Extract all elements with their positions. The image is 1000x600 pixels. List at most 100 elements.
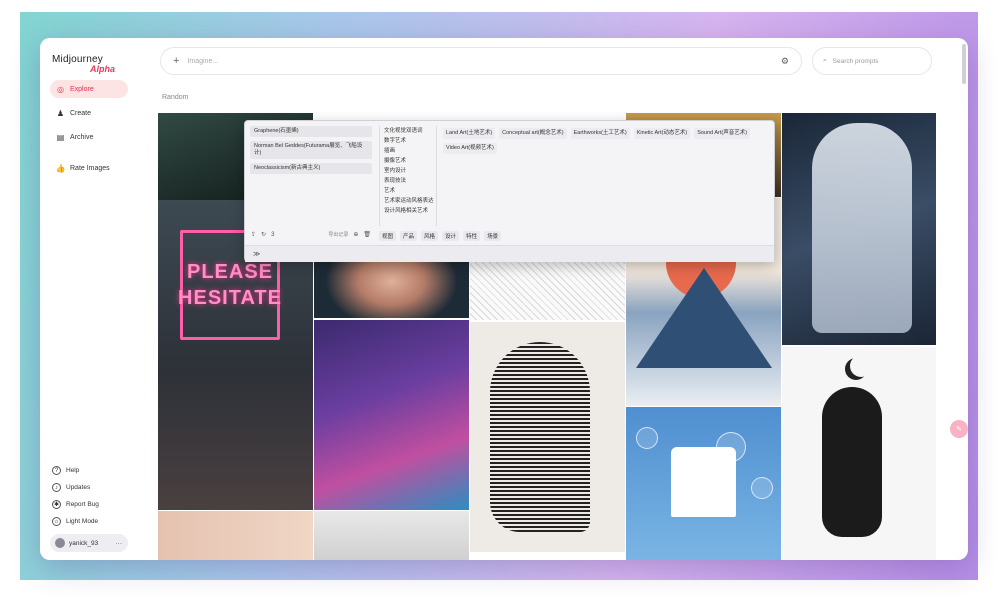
tab-category[interactable]: 场景 bbox=[484, 231, 502, 241]
trash-icon[interactable]: 🗑 bbox=[363, 231, 371, 238]
count-badge: 3 bbox=[271, 231, 275, 238]
tag-chip[interactable]: Video Art(视频艺术) bbox=[443, 143, 497, 154]
tag-chip[interactable]: Sound Art(声音艺术) bbox=[694, 128, 751, 139]
list-item[interactable]: 设计风格相关艺术 bbox=[384, 206, 436, 216]
elf-figure bbox=[812, 123, 912, 333]
tab-category[interactable]: 设计 bbox=[442, 231, 460, 241]
cat-shape bbox=[822, 387, 882, 537]
settings-sliders-icon[interactable]: ⚙ bbox=[781, 56, 789, 67]
puzzle-icon: ✎ bbox=[956, 426, 962, 433]
style-category-list: 文化视觉双语词 数字艺术 插画 摄像艺术 室内设计 表现技法 艺术 艺术家运动风… bbox=[379, 126, 437, 226]
expand-icon[interactable]: ≫ bbox=[253, 250, 260, 258]
prompt-chip[interactable]: Graphene(石墨烯) bbox=[250, 126, 372, 137]
sidebar-item-label: Light Mode bbox=[66, 518, 99, 525]
gallery-image[interactable] bbox=[314, 511, 469, 560]
upload-icon[interactable]: ⇪ bbox=[251, 231, 256, 238]
neon-text-line2: HESITATE bbox=[178, 287, 282, 309]
list-item[interactable]: 插画 bbox=[384, 146, 436, 156]
screenshot-margin-bottom bbox=[0, 580, 1000, 600]
sidebar-item-light-mode[interactable]: ☼ Light Mode bbox=[52, 515, 98, 528]
imagine-input[interactable]: + Imagine... ⚙ bbox=[160, 47, 802, 75]
sun-icon: ☼ bbox=[52, 517, 61, 526]
sidebar-item-label: Help bbox=[66, 467, 80, 474]
sidebar-item-label: Report Bug bbox=[66, 501, 99, 508]
selected-prompts: Graphene(石墨烯) Norman Bel Geddes(Futurama… bbox=[250, 126, 372, 226]
gallery-image-hatched-face[interactable] bbox=[470, 322, 625, 552]
floating-helper-button[interactable]: ✎ bbox=[950, 420, 968, 438]
list-item[interactable]: 文化视觉双语词 bbox=[384, 126, 436, 136]
export-label[interactable]: 导出记录 bbox=[328, 231, 348, 238]
scrollbar[interactable] bbox=[962, 44, 966, 84]
archive-icon: ▤ bbox=[56, 132, 65, 142]
more-icon[interactable]: ··· bbox=[116, 540, 123, 547]
panel-toolbar: ⇪ ↻ 3 导出记录 ⊕ 🗑 bbox=[251, 231, 371, 239]
compass-icon: ◎ bbox=[57, 84, 64, 94]
mountain-shape bbox=[636, 268, 772, 368]
sidebar-item-explore[interactable]: ◎ Explore bbox=[50, 80, 128, 98]
tag-chip[interactable]: Land Art(土地艺术) bbox=[443, 128, 496, 139]
alpha-badge: Alpha bbox=[90, 64, 116, 74]
list-item[interactable]: 数字艺术 bbox=[384, 136, 436, 146]
imagine-placeholder: Imagine... bbox=[187, 57, 219, 65]
bubble bbox=[751, 477, 773, 499]
screenshot-margin-right bbox=[978, 0, 1000, 600]
gallery-image-tshirt-bubbles[interactable] bbox=[626, 407, 781, 560]
list-item[interactable]: 摄像艺术 bbox=[384, 156, 436, 166]
list-item[interactable]: 艺术家运动风格表达 bbox=[384, 196, 436, 206]
gallery-image-winged-cat[interactable] bbox=[782, 347, 936, 560]
hatched-face bbox=[490, 342, 590, 532]
tab-category[interactable]: 产品 bbox=[400, 231, 418, 241]
tab-category[interactable]: 视图 bbox=[379, 231, 397, 241]
help-icon: ? bbox=[52, 466, 61, 475]
thumbs-up-icon: 👍 bbox=[55, 163, 66, 173]
list-item[interactable]: 表现技法 bbox=[384, 176, 436, 186]
sidebar-item-label: Archive bbox=[70, 133, 94, 141]
sidebar-item-label: Create bbox=[70, 109, 92, 117]
app-window: Midjourney Alpha ◎ Explore ♟ Create ▤ Ar… bbox=[40, 38, 968, 560]
panel-footer: ≫ bbox=[245, 245, 774, 262]
search-icon: ⌕ bbox=[823, 57, 827, 64]
bell-icon: ♪ bbox=[52, 483, 61, 492]
username: yanick_93 bbox=[69, 539, 99, 547]
sidebar-item-archive[interactable]: ▤ Archive bbox=[50, 128, 128, 146]
list-item[interactable]: 室内设计 bbox=[384, 166, 436, 176]
user-menu[interactable]: yanick_93 ··· bbox=[50, 534, 128, 552]
sidebar-item-report-bug[interactable]: ✱ Report Bug bbox=[52, 498, 99, 511]
tag-chip[interactable]: Earthworks(土工艺术) bbox=[570, 128, 630, 139]
sort-label[interactable]: Random bbox=[162, 94, 188, 101]
gallery-image-wave-surfer[interactable] bbox=[314, 320, 469, 510]
avatar bbox=[55, 538, 65, 548]
tag-list: Land Art(土地艺术) Conceptual art(概念艺术) Eart… bbox=[443, 128, 773, 154]
prompt-helper-panel: Graphene(石墨烯) Norman Bel Geddes(Futurama… bbox=[244, 120, 775, 262]
search-input[interactable]: ⌕ Search prompts bbox=[812, 47, 932, 75]
sidebar-item-label: Updates bbox=[66, 484, 91, 491]
list-item[interactable]: 艺术 bbox=[384, 186, 436, 196]
neon-text-line1: PLEASE bbox=[186, 261, 274, 283]
tag-chip[interactable]: Kinetic Art(动态艺术) bbox=[633, 128, 691, 139]
refresh-icon[interactable]: ↻ bbox=[261, 231, 266, 238]
sidebar-item-help[interactable]: ? Help bbox=[52, 464, 79, 477]
tab-category[interactable]: 特性 bbox=[463, 231, 481, 241]
tab-category[interactable]: 风格 bbox=[421, 231, 439, 241]
sidebar-item-label: Explore bbox=[70, 85, 94, 93]
bubble bbox=[636, 427, 658, 449]
moon-shape bbox=[850, 355, 872, 377]
sidebar-item-updates[interactable]: ♪ Updates bbox=[52, 481, 90, 494]
screenshot-margin-top bbox=[0, 0, 1000, 12]
plus-icon[interactable]: + bbox=[173, 55, 179, 67]
sidebar-item-create[interactable]: ♟ Create bbox=[50, 104, 128, 122]
tag-chip[interactable]: Conceptual art(概念艺术) bbox=[499, 128, 567, 139]
sidebar-item-label: Rate Images bbox=[70, 164, 110, 172]
sidebar: Midjourney Alpha ◎ Explore ♟ Create ▤ Ar… bbox=[40, 38, 140, 560]
screenshot-margin-left bbox=[0, 0, 20, 600]
add-icon[interactable]: ⊕ bbox=[353, 231, 358, 238]
gallery-image-elf[interactable] bbox=[782, 113, 936, 345]
brush-icon: ♟ bbox=[56, 108, 65, 118]
sidebar-item-rate-images[interactable]: 👍 Rate Images bbox=[50, 159, 128, 177]
bug-icon: ✱ bbox=[52, 500, 61, 509]
prompt-chip[interactable]: Neoclassicism(新古典主义) bbox=[250, 163, 372, 174]
prompt-chip[interactable]: Norman Bel Geddes(Futurama展览、飞船设计) bbox=[250, 141, 372, 159]
gallery-image[interactable] bbox=[158, 511, 313, 560]
category-tabs: 视图 产品 风格 设计 特性 场景 bbox=[379, 231, 502, 241]
tshirt-shape bbox=[671, 447, 736, 517]
